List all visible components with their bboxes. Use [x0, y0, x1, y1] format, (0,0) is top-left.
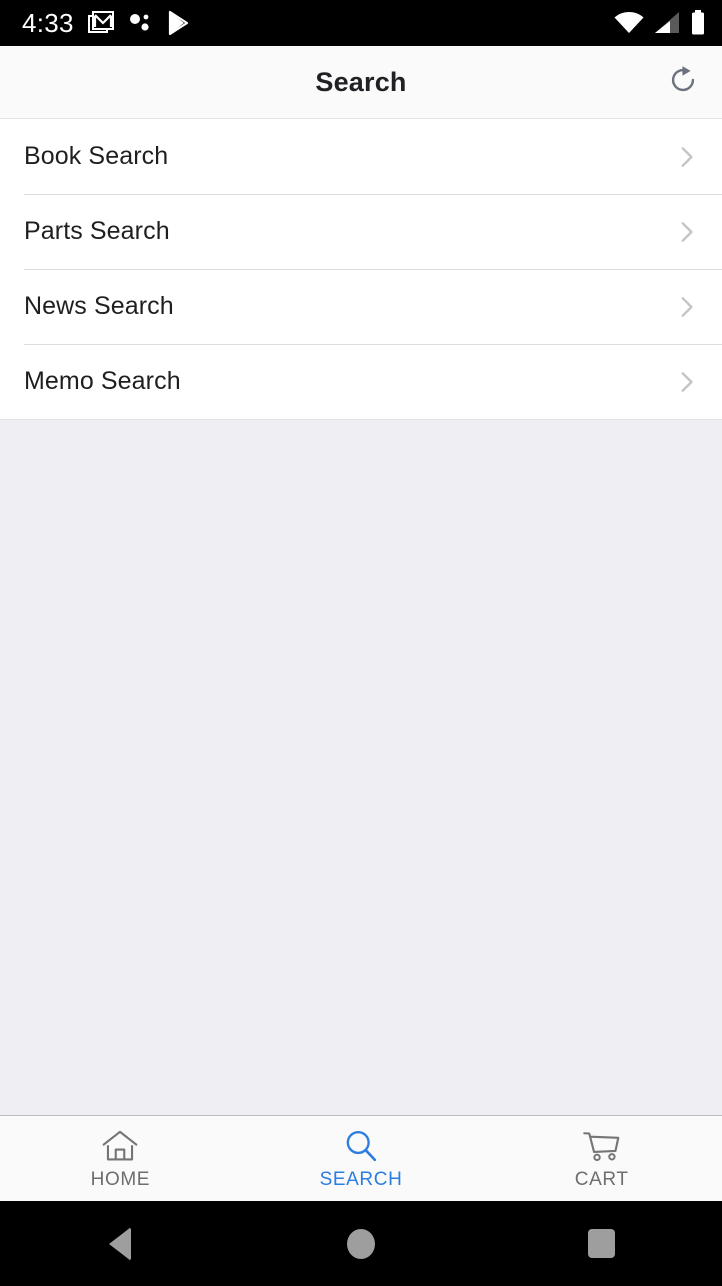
tab-label: HOME: [90, 1168, 151, 1190]
status-bar-left: 4:33: [22, 10, 190, 36]
square-recents-icon: [588, 1229, 616, 1258]
home-button[interactable]: [241, 1228, 482, 1259]
tab-label: SEARCH: [319, 1168, 403, 1190]
home-icon: [101, 1127, 139, 1165]
chevron-right-icon: [668, 364, 704, 400]
wifi-icon: [614, 11, 644, 35]
status-bar-clock: 4:33: [22, 8, 74, 38]
list-item-label: Book Search: [24, 142, 169, 170]
android-nav-bar: [0, 1201, 722, 1286]
gmail-icon: [87, 11, 114, 35]
back-button[interactable]: [0, 1226, 241, 1261]
recents-button[interactable]: [481, 1229, 722, 1258]
tab-cart[interactable]: CART: [481, 1116, 722, 1201]
page-title: Search: [315, 66, 407, 97]
refresh-button[interactable]: [658, 57, 708, 107]
search-icon: [342, 1127, 380, 1165]
chevron-right-icon: [668, 139, 704, 175]
battery-icon: [690, 10, 706, 36]
list-item-parts-search[interactable]: Parts Search: [0, 194, 722, 269]
list-item-label: Memo Search: [24, 367, 181, 395]
list-item-label: News Search: [24, 292, 174, 320]
tab-home[interactable]: HOME: [0, 1116, 241, 1201]
app-header: Search: [0, 46, 722, 119]
play-store-icon: [166, 10, 190, 36]
status-bar-right: [614, 10, 706, 36]
dots-bubble-icon: [128, 11, 152, 35]
refresh-icon: [666, 63, 700, 102]
triangle-back-icon: [109, 1226, 132, 1261]
bottom-tab-bar: HOME SEARCH CART: [0, 1115, 722, 1201]
list-item-book-search[interactable]: Book Search: [0, 119, 722, 194]
status-bar: 4:33: [0, 0, 722, 46]
circle-home-icon: [347, 1228, 375, 1259]
tab-search[interactable]: SEARCH: [241, 1116, 482, 1201]
chevron-right-icon: [668, 289, 704, 325]
list-item-news-search[interactable]: News Search: [0, 269, 722, 344]
list-item-label: Parts Search: [24, 217, 170, 245]
cellular-signal-icon: [653, 11, 681, 35]
search-type-list: Book Search Parts Search News Search Mem…: [0, 119, 722, 419]
list-item-memo-search[interactable]: Memo Search: [0, 344, 722, 419]
chevron-right-icon: [668, 214, 704, 250]
phone-screen: 4:33 Search Book Search Parts Search New…: [0, 0, 722, 1286]
empty-content-area: [0, 419, 722, 1115]
cart-icon: [582, 1127, 622, 1165]
tab-label: CART: [574, 1168, 629, 1190]
